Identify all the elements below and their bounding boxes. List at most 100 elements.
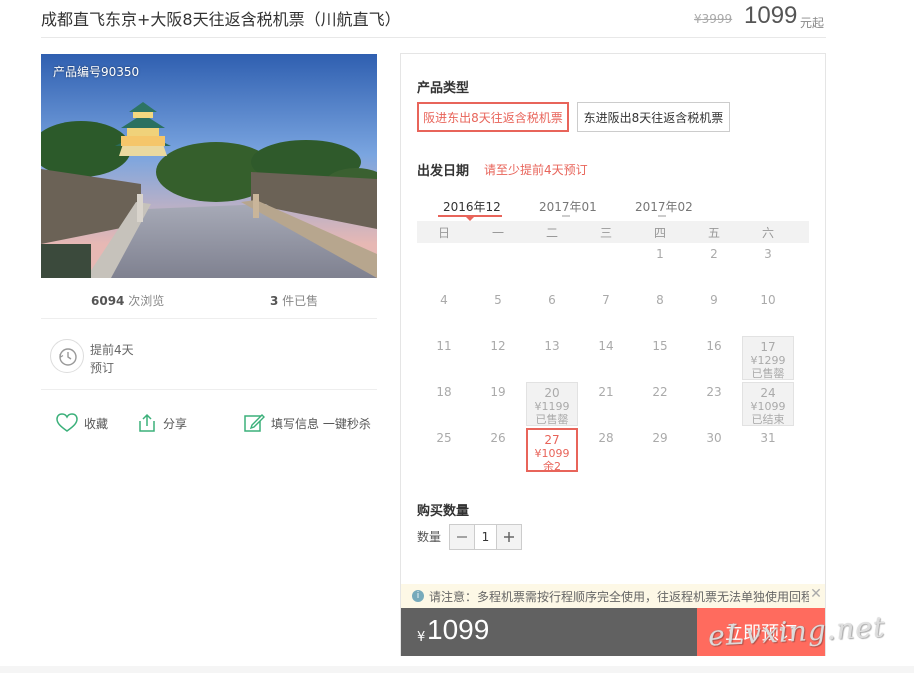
weekday-label: 六 <box>761 226 774 240</box>
day-price: ¥1299 <box>750 354 786 367</box>
calendar-day: 1 <box>634 244 686 288</box>
heart-icon <box>56 413 78 432</box>
original-price: ¥3999 <box>694 12 733 26</box>
minus-icon <box>457 536 467 538</box>
total-price: 1099 <box>427 614 490 645</box>
calendar-day: 26 <box>472 428 524 472</box>
day-number: 14 <box>598 339 614 353</box>
product-type-option-2[interactable]: 东进阪出8天往返含税机票 <box>577 102 730 132</box>
page-header: 成都直飞东京+大阪8天往返含税机票（川航直飞） ¥3999 1099 元起 <box>0 0 914 38</box>
weekday-label: 一 <box>491 226 504 240</box>
day-number: 4 <box>440 293 448 307</box>
day-number: 1 <box>656 247 664 261</box>
day-price: ¥1199 <box>534 400 570 413</box>
stats-divider <box>41 318 377 319</box>
views-count: 6094 <box>91 294 125 308</box>
calendar-day: 17 ¥1299 已售罄 <box>742 336 794 380</box>
calendar-day: 19 <box>472 382 524 426</box>
calendar-day: 9 <box>688 290 740 334</box>
calendar-day: 4 <box>418 290 470 334</box>
day-price: ¥1099 <box>750 400 786 413</box>
product-type-option-1[interactable]: 阪进东出8天往返含税机票 <box>417 102 569 132</box>
month-tab-jan[interactable]: 2017年01 <box>539 198 597 215</box>
calendar-day: 6 <box>526 290 578 334</box>
quantity-input[interactable]: 1 <box>474 525 497 549</box>
calendar-day: 22 <box>634 382 686 426</box>
product-stats: 6094 次浏览 3 件已售 <box>41 288 377 312</box>
day-number: 27 <box>544 433 560 447</box>
sold-suffix: 件已售 <box>278 294 319 308</box>
share-button[interactable]: 分享 <box>135 412 187 434</box>
day-number: 25 <box>436 431 452 445</box>
day-number: 5 <box>494 293 502 307</box>
day-number: 29 <box>652 431 668 445</box>
month-tick <box>562 215 570 217</box>
share-icon <box>139 413 155 432</box>
calendar-day: 14 <box>580 336 632 380</box>
calendar-day: 11 <box>418 336 470 380</box>
close-icon[interactable]: ✕ <box>809 586 823 604</box>
notice-bar: i 请注意：多程机票需按行程顺序完全使用，往返程机票无法单独使用回程 ✕ <box>401 584 825 608</box>
day-number: 16 <box>706 339 722 353</box>
calendar-day: 24 ¥1099 已结束 <box>742 382 794 426</box>
calendar-day: 30 <box>688 428 740 472</box>
active-month-indicator <box>438 215 502 221</box>
header-divider <box>41 37 826 38</box>
advance-booking-info: 提前4天 预订 <box>50 339 250 379</box>
fill-info-label: 填写信息 一键秒杀 <box>271 416 371 431</box>
month-tab-feb[interactable]: 2017年02 <box>635 198 693 215</box>
favorite-button[interactable]: 收藏 <box>56 412 108 434</box>
calendar-day: 18 <box>418 382 470 426</box>
calendar-day: 21 <box>580 382 632 426</box>
day-status: 已售罄 <box>751 367 785 380</box>
sold-stat: 3 件已售 <box>270 292 318 309</box>
price-unit: 元起 <box>800 16 825 30</box>
advance-divider <box>41 389 377 390</box>
increase-button[interactable] <box>497 525 521 549</box>
day-status: 已结束 <box>751 413 785 426</box>
day-number: 7 <box>602 293 610 307</box>
day-number: 11 <box>436 339 452 353</box>
advance-label: 预订 <box>90 361 115 375</box>
day-number: 13 <box>544 339 560 353</box>
edit-icon <box>244 414 265 432</box>
calendar-day: 15 <box>634 336 686 380</box>
booking-panel: 产品类型 阪进东出8天往返含税机票 东进阪出8天往返含税机票 出发日期 请至少提… <box>400 53 826 656</box>
total-currency: ¥ <box>417 630 426 645</box>
fill-info-button[interactable]: 填写信息 一键秒杀 <box>243 412 371 434</box>
calendar-day-selected[interactable]: 27 ¥1099 余2 <box>526 428 578 473</box>
calendar-day: 7 <box>580 290 632 334</box>
day-status: 余2 <box>543 460 561 473</box>
day-number: 8 <box>656 293 664 307</box>
page-bottom-rule <box>0 666 914 673</box>
calendar-day: 23 <box>688 382 740 426</box>
favorite-label: 收藏 <box>84 416 109 431</box>
day-number: 15 <box>652 339 668 353</box>
product-type-heading: 产品类型 <box>417 81 470 96</box>
day-number: 24 <box>760 386 776 400</box>
calendar-day: 31 <box>742 428 794 472</box>
decrease-button[interactable] <box>450 525 474 549</box>
day-number: 20 <box>544 386 560 400</box>
calendar-day: 10 <box>742 290 794 334</box>
day-price: ¥1099 <box>534 447 570 460</box>
starting-price: 1099 <box>744 2 798 29</box>
calendar-day: 25 <box>418 428 470 472</box>
day-number: 3 <box>764 247 772 261</box>
weekday-header: 日一二三四五六 <box>417 221 809 243</box>
month-tab-dec[interactable]: 2016年12 <box>443 198 501 215</box>
day-number: 9 <box>710 293 718 307</box>
departure-date-heading: 出发日期 <box>417 164 470 179</box>
product-number: 产品编号90350 <box>53 65 140 79</box>
day-number: 21 <box>598 385 614 399</box>
calendar-day: 2 <box>688 244 740 288</box>
day-number: 28 <box>598 431 614 445</box>
quantity-label: 数量 <box>417 530 442 544</box>
day-number: 26 <box>490 431 506 445</box>
plus-icon <box>504 532 514 542</box>
month-tick <box>658 215 666 217</box>
day-number: 18 <box>436 385 452 399</box>
calendar-day: 8 <box>634 290 686 334</box>
quantity-heading: 购买数量 <box>417 504 470 519</box>
calendar-day: 16 <box>688 336 740 380</box>
